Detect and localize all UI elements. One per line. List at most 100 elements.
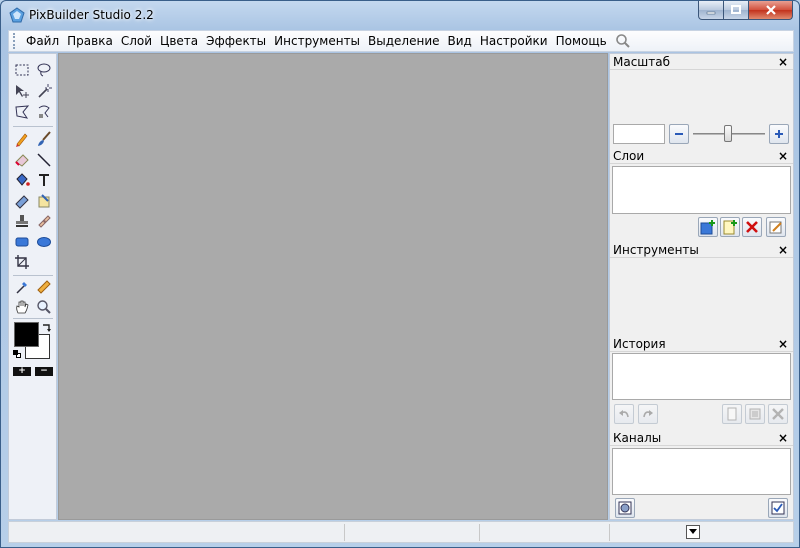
zoom-panel: Масштаб ×: [610, 54, 793, 147]
history-panel-title: История: [613, 337, 666, 351]
minus-icon: [675, 133, 683, 135]
snapshot-button[interactable]: [745, 404, 765, 424]
new-snapshot-button[interactable]: [722, 404, 742, 424]
smudge-icon[interactable]: [35, 192, 53, 210]
ellipse-icon[interactable]: [35, 233, 53, 251]
eraser-icon[interactable]: [13, 151, 31, 169]
add-layer-button[interactable]: [720, 217, 740, 237]
magnetic-lasso-icon[interactable]: [35, 103, 53, 121]
history-panel-header: История ×: [610, 336, 793, 352]
layers-panel: Слои ×: [610, 148, 793, 241]
workspace-canvas[interactable]: [58, 53, 608, 520]
menu-layer[interactable]: Слой: [117, 31, 156, 51]
layers-panel-title: Слои: [613, 149, 645, 163]
menu-edit[interactable]: Правка: [63, 31, 117, 51]
zoom-in-button[interactable]: [769, 124, 789, 144]
paint-bucket-icon[interactable]: [13, 171, 31, 189]
tools-panel: Инструменты ×: [610, 242, 793, 335]
clone-stamp-icon[interactable]: [13, 212, 31, 230]
status-divider: [479, 524, 480, 541]
zoom-value-input[interactable]: [613, 124, 665, 144]
default-colors-icon[interactable]: [13, 350, 21, 358]
channel-check-button[interactable]: [768, 498, 788, 518]
rounded-rect-icon[interactable]: [13, 233, 31, 251]
maximize-icon: [731, 5, 741, 14]
zoom-out-mini-button[interactable]: −: [35, 367, 53, 376]
status-dropdown-button[interactable]: [686, 525, 700, 539]
zoom-out-button[interactable]: [669, 124, 689, 144]
magic-wand-icon[interactable]: [35, 82, 53, 100]
delete-icon: [746, 221, 758, 233]
pencil-icon[interactable]: [13, 130, 31, 148]
menu-settings[interactable]: Настройки: [476, 31, 552, 51]
tool-separator: [13, 318, 53, 319]
close-button[interactable]: [749, 1, 793, 20]
minimize-button[interactable]: [698, 1, 724, 20]
app-logo-icon: [9, 7, 25, 23]
poly-lasso-icon[interactable]: [13, 103, 31, 121]
zoom-panel-close-icon[interactable]: ×: [778, 54, 788, 70]
toolbox: + −: [8, 53, 57, 520]
layer-properties-button[interactable]: [766, 217, 786, 237]
caption-buttons: [698, 1, 793, 20]
title-bar[interactable]: PixBuilder Studio 2.2: [1, 1, 799, 31]
tool-separator: [13, 275, 53, 276]
eyedropper-icon[interactable]: [13, 278, 31, 296]
channels-panel: Каналы ×: [610, 430, 793, 520]
delete-history-button[interactable]: [768, 404, 788, 424]
text-icon[interactable]: [35, 171, 53, 189]
hand-icon[interactable]: [13, 298, 31, 316]
channels-list[interactable]: [612, 448, 791, 495]
history-panel: История ×: [610, 336, 793, 429]
history-panel-close-icon[interactable]: ×: [778, 336, 788, 352]
lasso-icon[interactable]: [35, 61, 53, 79]
status-bar: [8, 521, 794, 543]
channels-panel-close-icon[interactable]: ×: [778, 430, 788, 446]
zoom-icon[interactable]: [35, 298, 53, 316]
redo-icon: [643, 410, 653, 418]
menu-help[interactable]: Помощь: [552, 31, 611, 51]
menu-bar: Файл Правка Слой Цвета Эффекты Инструмен…: [8, 30, 794, 52]
delete-icon: [772, 408, 784, 420]
gradient-icon[interactable]: [13, 192, 31, 210]
measure-icon[interactable]: [35, 278, 53, 296]
line-icon[interactable]: [35, 151, 53, 169]
undo-button[interactable]: [614, 404, 634, 424]
close-icon: [765, 5, 776, 15]
layers-panel-close-icon[interactable]: ×: [778, 148, 788, 164]
menu-effects[interactable]: Эффекты: [202, 31, 270, 51]
channels-panel-header: Каналы ×: [610, 430, 793, 446]
layer-properties-icon: [769, 221, 782, 234]
menu-view[interactable]: Вид: [444, 31, 476, 51]
menu-colors[interactable]: Цвета: [156, 31, 202, 51]
plus-icon: [775, 130, 783, 138]
redo-button[interactable]: [638, 404, 658, 424]
history-list[interactable]: [612, 353, 791, 400]
move-icon[interactable]: [13, 82, 31, 100]
heal-icon[interactable]: [35, 212, 53, 230]
swap-colors-icon[interactable]: [41, 322, 53, 334]
menu-grip: [13, 33, 17, 49]
layers-list[interactable]: [612, 166, 791, 214]
new-layer-button[interactable]: [698, 217, 718, 237]
rect-select-icon[interactable]: [13, 61, 31, 79]
menu-selection[interactable]: Выделение: [364, 31, 443, 51]
brush-icon[interactable]: [35, 130, 53, 148]
new-document-icon: [727, 407, 737, 421]
maximize-button[interactable]: [724, 1, 749, 20]
undo-icon: [619, 410, 629, 418]
search-icon[interactable]: [615, 33, 631, 49]
layers-panel-header: Слои ×: [610, 148, 793, 164]
tools-panel-close-icon[interactable]: ×: [778, 242, 788, 258]
channel-mask-button[interactable]: [615, 498, 635, 518]
foreground-color-swatch[interactable]: [14, 322, 39, 347]
checkbox-icon: [771, 501, 785, 515]
new-layer-icon: [700, 220, 715, 235]
tools-panel-title: Инструменты: [613, 243, 699, 257]
menu-file[interactable]: Файл: [22, 31, 63, 51]
crop-icon[interactable]: [13, 253, 31, 271]
delete-layer-button[interactable]: [742, 217, 762, 237]
zoom-slider-thumb[interactable]: [724, 125, 732, 142]
menu-tools[interactable]: Инструменты: [270, 31, 364, 51]
zoom-in-mini-button[interactable]: +: [13, 367, 31, 376]
